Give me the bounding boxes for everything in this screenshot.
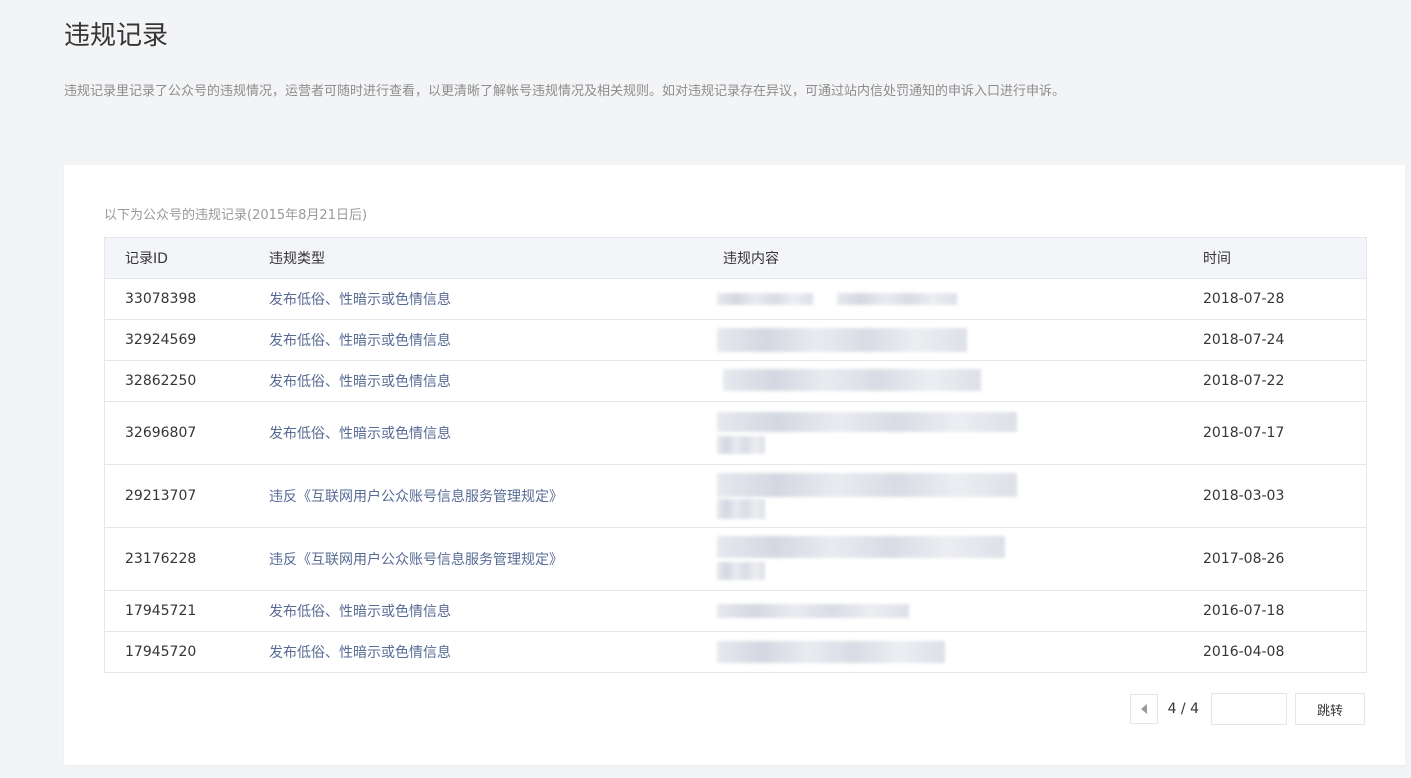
table-row: 32862250 发布低俗、性暗示或色情信息 2018-07-22 bbox=[105, 361, 1366, 402]
table-row: 32924569 发布低俗、性暗示或色情信息 2018-07-24 bbox=[105, 320, 1366, 361]
record-time: 2018-07-24 bbox=[1203, 332, 1285, 348]
record-id: 17945721 bbox=[125, 603, 197, 619]
record-id: 32862250 bbox=[125, 373, 197, 389]
record-content-redacted bbox=[703, 361, 1183, 401]
records-table: 记录ID 违规类型 违规内容 时间 33078398 发布低俗、性暗示或色情信息… bbox=[104, 237, 1367, 673]
record-time: 2016-07-18 bbox=[1203, 603, 1285, 619]
record-id: 23176228 bbox=[125, 551, 197, 567]
column-header-id: 记录ID bbox=[125, 251, 168, 267]
record-type-link[interactable]: 发布低俗、性暗示或色情信息 bbox=[249, 289, 703, 309]
table-row: 17945721 发布低俗、性暗示或色情信息 2016-07-18 bbox=[105, 591, 1366, 632]
record-type-link[interactable]: 发布低俗、性暗示或色情信息 bbox=[249, 330, 703, 350]
record-type-link[interactable]: 发布低俗、性暗示或色情信息 bbox=[249, 371, 703, 391]
triangle-left-icon bbox=[1140, 704, 1147, 714]
page-indicator: 4 / 4 bbox=[1167, 701, 1199, 717]
record-time: 2018-07-17 bbox=[1203, 425, 1285, 441]
record-type-link[interactable]: 发布低俗、性暗示或色情信息 bbox=[249, 423, 703, 443]
record-id: 17945720 bbox=[125, 644, 197, 660]
record-content-redacted bbox=[703, 632, 1183, 672]
jump-button[interactable]: 跳转 bbox=[1295, 693, 1365, 725]
table-row: 32696807 发布低俗、性暗示或色情信息 2018-07-17 bbox=[105, 402, 1366, 465]
record-type-link[interactable]: 违反《互联网用户公众账号信息服务管理规定》 bbox=[249, 486, 703, 506]
record-id: 32924569 bbox=[125, 332, 197, 348]
violation-records-page: 违规记录 违规记录里记录了公众号的违规情况，运营者可随时进行查看，以更清晰了解帐… bbox=[0, 0, 1411, 778]
records-card: 以下为公众号的违规记录(2015年8月21日后) 记录ID 违规类型 违规内容 … bbox=[64, 165, 1405, 765]
record-type-link[interactable]: 发布低俗、性暗示或色情信息 bbox=[249, 601, 703, 621]
records-subtitle: 以下为公众号的违规记录(2015年8月21日后) bbox=[104, 208, 368, 223]
record-id: 33078398 bbox=[125, 291, 197, 307]
pagination: 4 / 4 跳转 bbox=[1129, 693, 1365, 725]
column-header-content: 违规内容 bbox=[723, 251, 779, 267]
record-content-redacted bbox=[703, 465, 1183, 527]
record-time: 2018-03-03 bbox=[1203, 488, 1285, 504]
record-content-redacted bbox=[703, 402, 1183, 464]
table-row: 33078398 发布低俗、性暗示或色情信息 2018-07-28 bbox=[105, 279, 1366, 320]
page-title: 违规记录 bbox=[64, 21, 169, 51]
record-type-link[interactable]: 发布低俗、性暗示或色情信息 bbox=[249, 642, 703, 662]
table-header: 记录ID 违规类型 违规内容 时间 bbox=[105, 238, 1366, 279]
record-time: 2018-07-22 bbox=[1203, 373, 1285, 389]
table-row: 17945720 发布低俗、性暗示或色情信息 2016-04-08 bbox=[105, 632, 1366, 672]
record-id: 29213707 bbox=[125, 488, 197, 504]
record-id: 32696807 bbox=[125, 425, 197, 441]
record-time: 2017-08-26 bbox=[1203, 551, 1285, 567]
column-header-time: 时间 bbox=[1203, 251, 1231, 267]
prev-page-button[interactable] bbox=[1129, 694, 1158, 724]
page-description: 违规记录里记录了公众号的违规情况，运营者可随时进行查看，以更清晰了解帐号违规情况… bbox=[64, 84, 1066, 99]
table-row: 29213707 违反《互联网用户公众账号信息服务管理规定》 2018-03-0… bbox=[105, 465, 1366, 528]
column-header-type: 违规类型 bbox=[269, 251, 325, 267]
record-content-redacted bbox=[703, 528, 1183, 590]
record-content-redacted bbox=[703, 591, 1183, 631]
record-content-redacted bbox=[703, 320, 1183, 360]
page-jump-input[interactable] bbox=[1211, 693, 1287, 725]
record-time: 2018-07-28 bbox=[1203, 291, 1285, 307]
record-content-redacted bbox=[703, 279, 1183, 319]
table-row: 23176228 违反《互联网用户公众账号信息服务管理规定》 2017-08-2… bbox=[105, 528, 1366, 591]
record-type-link[interactable]: 违反《互联网用户公众账号信息服务管理规定》 bbox=[249, 549, 703, 569]
record-time: 2016-04-08 bbox=[1203, 644, 1285, 660]
